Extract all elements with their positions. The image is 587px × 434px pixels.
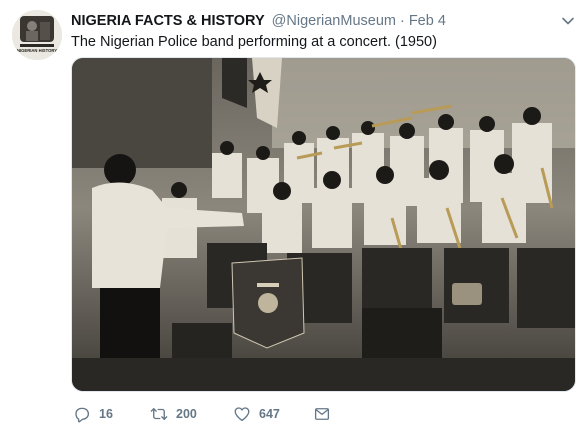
band-photo (72, 58, 575, 391)
tweet-card[interactable]: NIGERIAN HISTORY NIGERIA FACTS & HISTORY… (0, 0, 587, 434)
chevron-down-icon[interactable] (561, 14, 575, 28)
tweet-text: The Nigerian Police band performing at a… (71, 34, 437, 50)
reply-icon (75, 407, 90, 423)
like-count: 647 (259, 407, 280, 421)
header-separator: · (399, 13, 405, 29)
like-button[interactable]: 647 (233, 403, 280, 425)
retweet-button[interactable]: 200 (150, 403, 197, 425)
tweet-actions: 16 200 647 (71, 403, 491, 425)
tweet-header: NIGERIA FACTS & HISTORY @NigerianMuseum ·… (71, 11, 557, 31)
tweet-date[interactable]: Feb 4 (409, 13, 446, 29)
reply-count: 16 (99, 407, 113, 421)
tweet-photo[interactable] (71, 57, 576, 392)
reply-button[interactable]: 16 (73, 403, 113, 425)
envelope-icon (314, 408, 330, 420)
retweet-icon (150, 408, 168, 420)
heart-icon (234, 407, 250, 422)
avatar-caption: NIGERIAN HISTORY (17, 48, 57, 53)
author-handle[interactable]: @NigerianMuseum (272, 13, 396, 29)
author-name[interactable]: NIGERIA FACTS & HISTORY (71, 13, 265, 29)
retweet-count: 200 (176, 407, 197, 421)
message-button[interactable] (313, 403, 331, 425)
avatar-image: NIGERIAN HISTORY (12, 10, 62, 60)
author-avatar[interactable]: NIGERIAN HISTORY (12, 10, 62, 60)
